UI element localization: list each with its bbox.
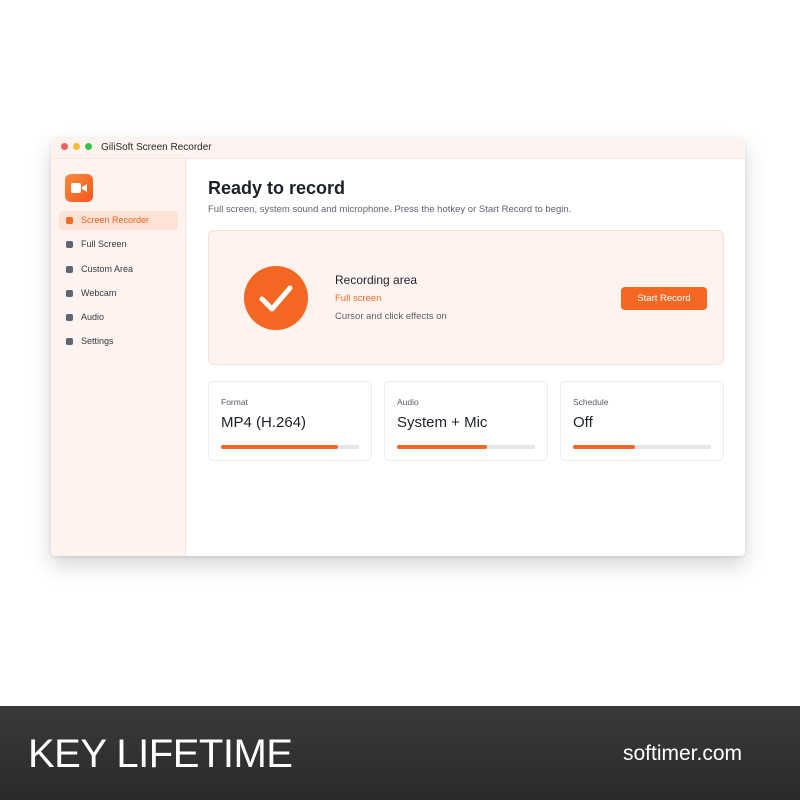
- card-value: Off: [573, 414, 593, 431]
- status-badge: [244, 266, 308, 330]
- sidebar: Screen Recorder Full Screen Custom Area …: [51, 159, 186, 556]
- sidebar-item-audio[interactable]: Audio: [59, 308, 178, 327]
- sidebar-item-label: Settings: [81, 336, 114, 346]
- sidebar-item-custom-area[interactable]: Custom Area: [59, 260, 178, 279]
- main-panel: Ready to record Full screen, system soun…: [187, 159, 745, 556]
- promo-banner: KEY LIFETIME softimer.com: [0, 706, 800, 800]
- window-title: GiliSoft Screen Recorder: [101, 142, 212, 153]
- format-card[interactable]: Format MP4 (H.264): [208, 381, 372, 461]
- card-value: MP4 (H.264): [221, 414, 307, 431]
- screenshot-canvas: GiliSoft Screen Recorder Screen Recorder…: [0, 0, 800, 800]
- card-value: System + Mic: [397, 414, 488, 431]
- card-label: Schedule: [573, 397, 609, 407]
- progress-track: [221, 445, 359, 449]
- app-window: GiliSoft Screen Recorder Screen Recorder…: [51, 138, 745, 556]
- sidebar-item-label: Audio: [81, 312, 105, 322]
- schedule-card[interactable]: Schedule Off: [560, 381, 724, 461]
- webcam-icon: [66, 290, 73, 297]
- video-camera-icon: [71, 183, 87, 193]
- settings-icon: [66, 338, 73, 345]
- sidebar-item-label: Webcam: [81, 288, 117, 298]
- audio-card[interactable]: Audio System + Mic: [384, 381, 548, 461]
- card-label: Audio: [397, 397, 419, 407]
- maximize-window-button[interactable]: [85, 143, 92, 150]
- progress-fill: [221, 445, 339, 449]
- close-window-button[interactable]: [61, 143, 68, 150]
- page-title: Ready to record: [208, 178, 346, 198]
- screen-recorder-icon: [66, 217, 73, 224]
- progress-fill: [573, 445, 636, 449]
- sidebar-item-webcam[interactable]: Webcam: [59, 284, 178, 303]
- progress-track: [397, 445, 535, 449]
- sidebar-item-label: Custom Area: [81, 264, 134, 274]
- recording-area-heading: Recording area: [335, 273, 418, 287]
- recording-mode-link[interactable]: Full screen: [335, 293, 381, 305]
- banner-site-link[interactable]: softimer.com: [623, 741, 742, 767]
- progress-fill: [397, 445, 487, 449]
- sidebar-item-settings[interactable]: Settings: [59, 332, 178, 351]
- sidebar-item-label: Screen Recorder: [81, 215, 150, 225]
- title-bar: GiliSoft Screen Recorder: [51, 138, 745, 159]
- sidebar-item-full-screen[interactable]: Full Screen: [59, 235, 178, 254]
- start-record-button[interactable]: Start Record: [621, 287, 707, 310]
- custom-area-icon: [66, 266, 73, 273]
- sidebar-item-label: Full Screen: [81, 239, 127, 249]
- minimize-window-button[interactable]: [73, 143, 80, 150]
- sidebar-item-screen-recorder[interactable]: Screen Recorder: [59, 211, 178, 230]
- banner-headline: KEY LIFETIME: [28, 732, 293, 776]
- audio-icon: [66, 314, 73, 321]
- recording-effects-note: Cursor and click effects on: [335, 311, 447, 322]
- card-label: Format: [221, 397, 248, 407]
- recording-status-panel: Recording area Full screen Cursor and cl…: [208, 230, 724, 365]
- checkmark-icon: [259, 285, 293, 312]
- full-screen-icon: [66, 241, 73, 248]
- app-logo: [65, 174, 93, 202]
- page-subtitle: Full screen, system sound and microphone…: [208, 204, 572, 215]
- progress-track: [573, 445, 711, 449]
